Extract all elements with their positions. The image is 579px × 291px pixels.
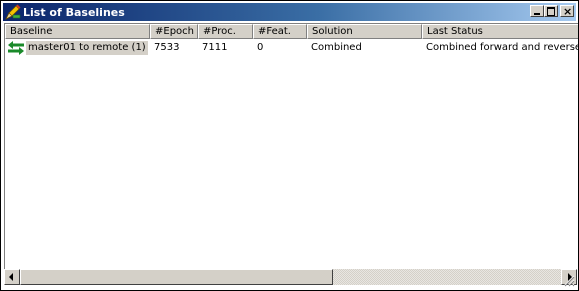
column-header-proc[interactable]: #Proc. (198, 24, 253, 39)
title-bar[interactable]: List of Baselines × (3, 3, 576, 21)
column-header-feat[interactable]: #Feat. (253, 24, 307, 39)
scroll-left-button[interactable] (4, 269, 20, 285)
window-title: List of Baselines (23, 5, 125, 19)
baseline-list[interactable]: Baseline #Epoch #Proc. #Feat. Solution L… (4, 23, 578, 269)
cell-epoch: 7533 (154, 42, 180, 53)
pencil-ruler-icon (5, 4, 21, 20)
cell-last-status: Combined forward and reverse (426, 42, 578, 53)
cell-solution: Combined (311, 42, 362, 53)
scrollbar-thumb[interactable] (20, 269, 333, 285)
scroll-left-arrow-icon (9, 273, 13, 281)
maximize-icon (547, 7, 555, 16)
close-icon: × (563, 5, 573, 18)
column-header-solution[interactable]: Solution (307, 24, 422, 39)
close-button[interactable]: × (560, 5, 574, 17)
resize-grip-icon[interactable] (563, 275, 575, 287)
maximize-button[interactable] (544, 5, 558, 17)
table-row[interactable]: master01 to remote (1) 7533 7111 0 Combi… (5, 40, 578, 56)
column-header-last-status[interactable]: Last Status (422, 24, 578, 39)
two-way-arrows-icon (8, 41, 24, 55)
cell-baseline: master01 to remote (1) (5, 40, 150, 56)
baseline-name: master01 to remote (1) (26, 41, 148, 55)
title-buttons: × (530, 5, 574, 17)
list-header: Baseline #Epoch #Proc. #Feat. Solution L… (5, 24, 578, 39)
minimize-icon (534, 13, 540, 15)
horizontal-scrollbar[interactable] (4, 269, 577, 285)
baselines-window: List of Baselines × Baseline #Epoch #Pro… (0, 0, 579, 291)
column-header-baseline[interactable]: Baseline (5, 24, 150, 39)
minimize-button[interactable] (530, 5, 544, 17)
column-header-epoch[interactable]: #Epoch (150, 24, 198, 39)
cell-feat: 0 (257, 42, 264, 53)
cell-proc: 7111 (202, 42, 228, 53)
